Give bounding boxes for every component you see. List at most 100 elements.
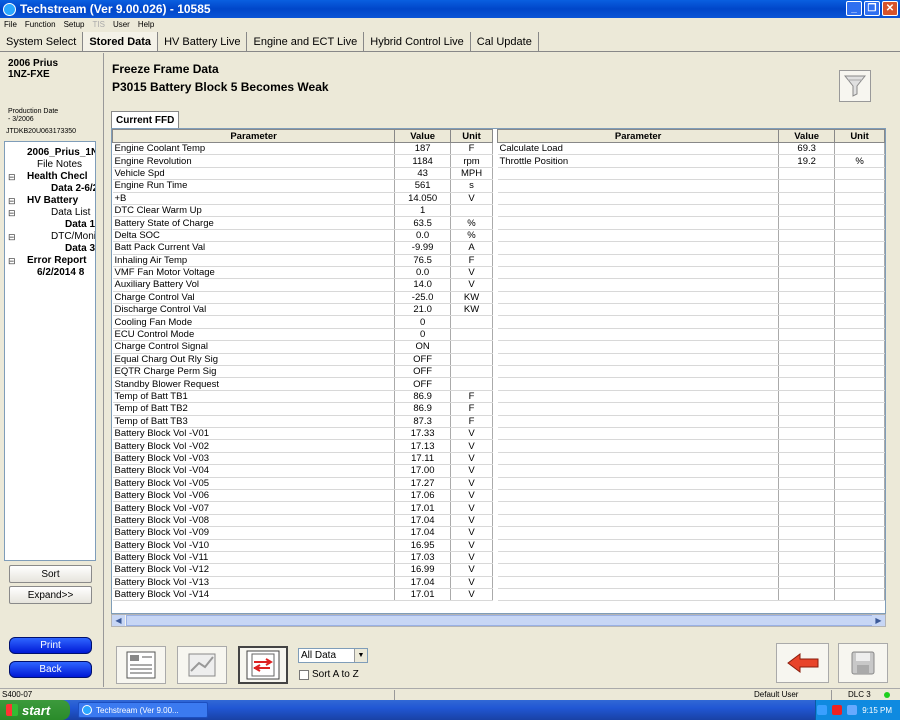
sort-a-to-z-option[interactable]: Sort A to Z [299,669,359,680]
table-row[interactable]: Battery Block Vol -V08 17.04 V [112,514,493,528]
menu-setup[interactable]: Setup [64,20,85,29]
data-filter-select[interactable]: All Data ▼ [298,648,368,663]
table-row[interactable]: Charge Control Signal ON [112,340,493,354]
table-row[interactable]: Engine Run Time 561 s [112,179,493,193]
network-icon[interactable] [817,705,828,715]
table-row[interactable]: Battery Block Vol -V06 17.06 V [112,489,493,503]
menu-help[interactable]: Help [138,20,154,29]
menu-user[interactable]: User [113,20,130,29]
table-row[interactable] [497,489,885,503]
chevron-down-icon[interactable]: ▼ [354,649,367,662]
table-row[interactable]: Batt Pack Current Val -9.99 A [112,241,493,255]
table-row[interactable] [497,340,885,354]
table-row[interactable]: Battery Block Vol -V12 16.99 V [112,563,493,577]
tree-item[interactable]: 2006_Prius_1NZ [5,147,95,159]
tree-item[interactable]: ⊟ DTC/Monit [5,231,95,243]
expand-button[interactable]: Expand>> [9,586,92,604]
table-row[interactable]: Battery Block Vol -V09 17.04 V [112,526,493,540]
table-row[interactable]: Battery Block Vol -V13 17.04 V [112,576,493,590]
scroll-left-icon[interactable]: ◀ [112,615,125,626]
sort-button[interactable]: Sort [9,565,92,583]
table-row[interactable]: ECU Control Mode 0 [112,328,493,342]
scroll-thumb[interactable] [126,615,876,626]
table-row[interactable] [497,204,885,218]
menu-file[interactable]: File [4,20,17,29]
print-button[interactable]: Print [9,637,92,654]
table-row[interactable]: Temp of Batt TB1 86.9 F [112,390,493,404]
table-row[interactable] [497,229,885,243]
table-row[interactable]: Calculate Load 69.3 [497,142,885,156]
maximize-button[interactable]: ❐ [864,1,880,16]
table-row[interactable] [497,216,885,230]
table-row[interactable]: Battery Block Vol -V07 17.01 V [112,501,493,515]
data-list-view-button[interactable] [116,646,166,684]
table-row[interactable] [497,377,885,391]
save-button[interactable] [838,643,888,683]
table-row[interactable] [497,278,885,292]
table-row[interactable] [497,514,885,528]
table-row[interactable] [497,303,885,317]
tree-expander-icon[interactable]: ⊟ [8,171,16,183]
table-row[interactable]: Battery Block Vol -V11 17.03 V [112,551,493,565]
table-row[interactable] [497,402,885,416]
column-header-value[interactable]: Value [394,129,452,143]
table-row[interactable]: VMF Fan Motor Voltage 0.0 V [112,266,493,280]
table-row[interactable]: DTC Clear Warm Up 1 [112,204,493,218]
table-row[interactable] [497,192,885,205]
table-row[interactable]: Inhaling Air Temp 76.5 F [112,254,493,267]
table-row[interactable]: Battery Block Vol -V02 17.13 V [112,439,493,453]
table-row[interactable] [497,390,885,404]
table-row[interactable]: Engine Revolution 1184 rpm [112,154,493,168]
back-button[interactable]: Back [9,661,92,678]
table-row[interactable] [497,365,885,379]
table-row[interactable] [497,353,885,367]
tree-item[interactable]: ⊟ Data List [5,207,95,219]
table-row[interactable] [497,501,885,515]
table-row[interactable]: Temp of Batt TB2 86.9 F [112,402,493,416]
tree-expander-icon[interactable]: ⊟ [8,195,16,207]
tree-item[interactable]: Data 2-6/2 [5,183,95,195]
table-row[interactable]: Temp of Batt TB3 87.3 F [112,415,493,429]
tree-expander-icon[interactable]: ⊟ [8,231,16,243]
tab-stored-data[interactable]: Stored Data [83,32,159,51]
table-row[interactable]: Delta SOC 0.0% [112,229,493,243]
taskbar-item-techstream[interactable]: Techstream (Ver 9.00... [78,702,208,718]
table-row[interactable] [497,254,885,267]
table-row[interactable] [497,576,885,590]
table-row[interactable]: Equal Charg Out Rly Sig OFF [112,353,493,367]
tree-item[interactable]: Data 1- [5,219,95,231]
table-row[interactable] [497,328,885,342]
start-button[interactable]: start [0,700,70,720]
tree-expander-icon[interactable]: ⊟ [8,207,16,219]
horizontal-scrollbar[interactable]: ◀ ▶ [111,614,886,627]
previous-button[interactable] [776,643,829,683]
scroll-right-icon[interactable]: ▶ [872,615,885,626]
table-row[interactable]: Engine Coolant Temp 187 F [112,142,493,156]
table-row[interactable] [497,588,885,602]
table-row[interactable] [497,452,885,466]
table-row[interactable]: +B 14.050 V [112,192,493,205]
column-header-unit[interactable]: Unit [450,129,493,143]
tray-app-icon[interactable] [847,705,858,715]
tree-item[interactable]: Data 3- [5,243,95,255]
table-row[interactable]: Cooling Fan Mode 0 [112,315,493,329]
tree-item[interactable]: ⊟ Error Report [5,255,95,267]
graph-view-button[interactable] [177,646,227,684]
table-row[interactable]: Auxiliary Battery Vol 14.0 V [112,278,493,292]
table-row[interactable]: Discharge Control Val 21.0 KW [112,303,493,317]
column-header-unit[interactable]: Unit [834,129,885,143]
table-row[interactable]: Battery State of Charge 63.5% [112,216,493,230]
table-row[interactable]: Battery Block Vol -V10 16.95 V [112,539,493,552]
tree-item[interactable]: File Notes [5,159,95,171]
table-row[interactable] [497,539,885,552]
close-button[interactable]: ✕ [882,1,898,16]
table-row[interactable] [497,427,885,441]
table-row[interactable] [497,291,885,305]
tree-expander-icon[interactable]: ⊟ [8,255,16,267]
table-row[interactable]: Battery Block Vol -V03 17.11 V [112,452,493,466]
tab-hybrid-control-live[interactable]: Hybrid Control Live [364,32,471,51]
table-row[interactable] [497,526,885,540]
table-row[interactable] [497,415,885,429]
tree-item[interactable]: ⊟ Health Checl [5,171,95,183]
table-row[interactable] [497,464,885,478]
